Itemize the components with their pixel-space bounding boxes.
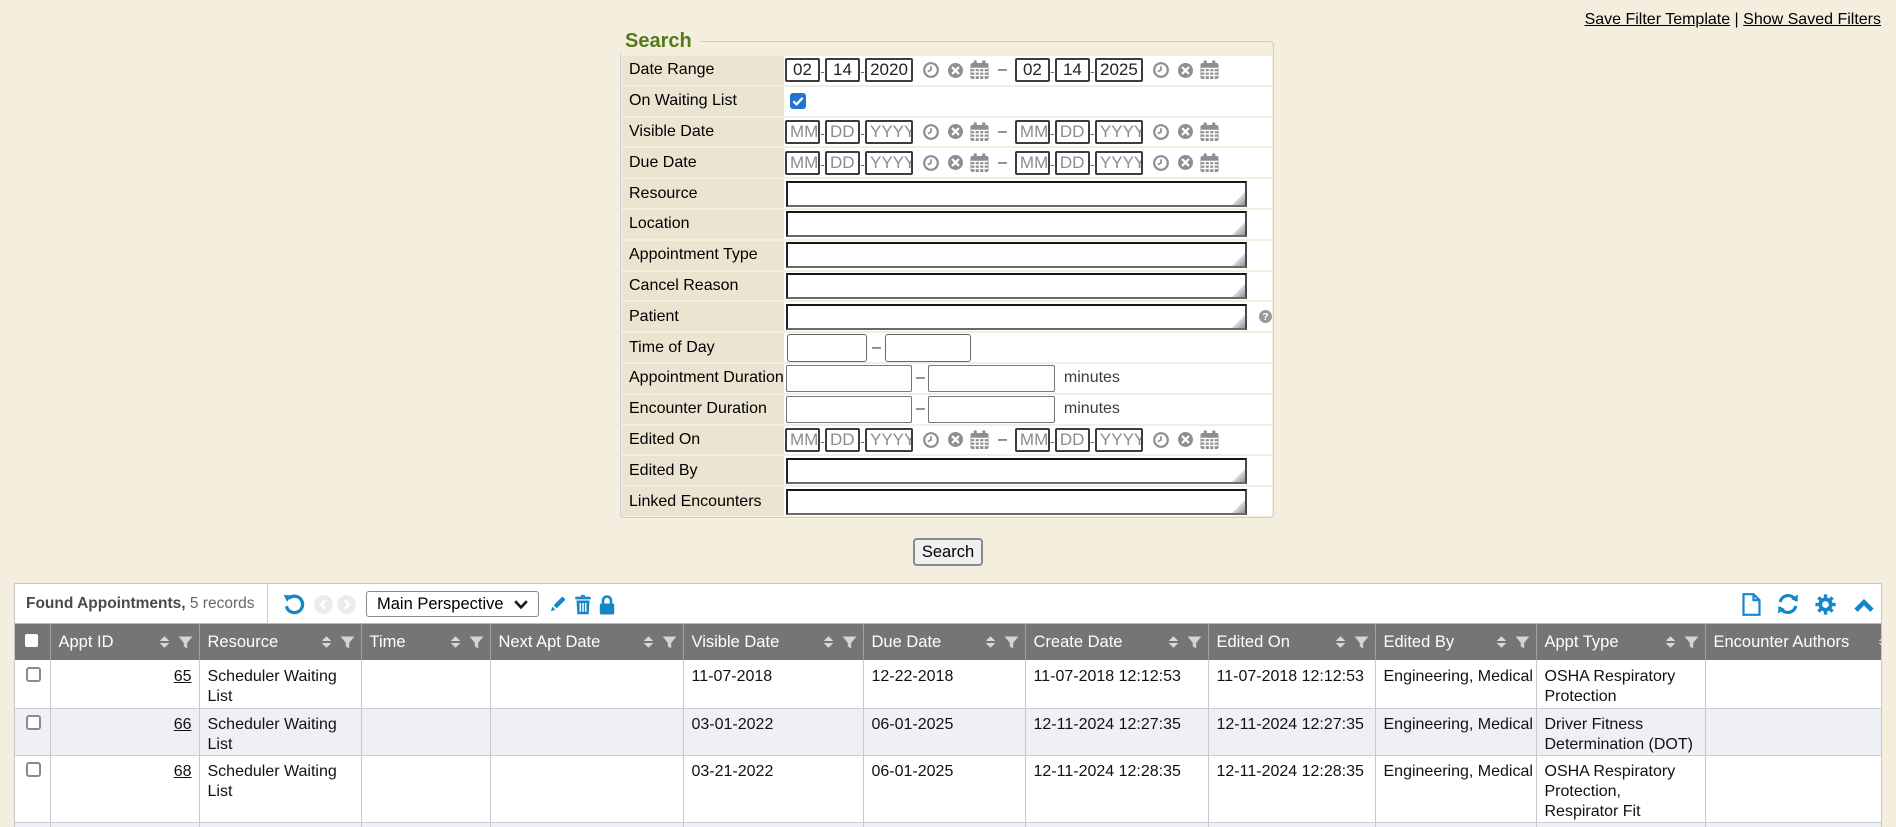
svg-text:?: ? [1262, 311, 1268, 323]
